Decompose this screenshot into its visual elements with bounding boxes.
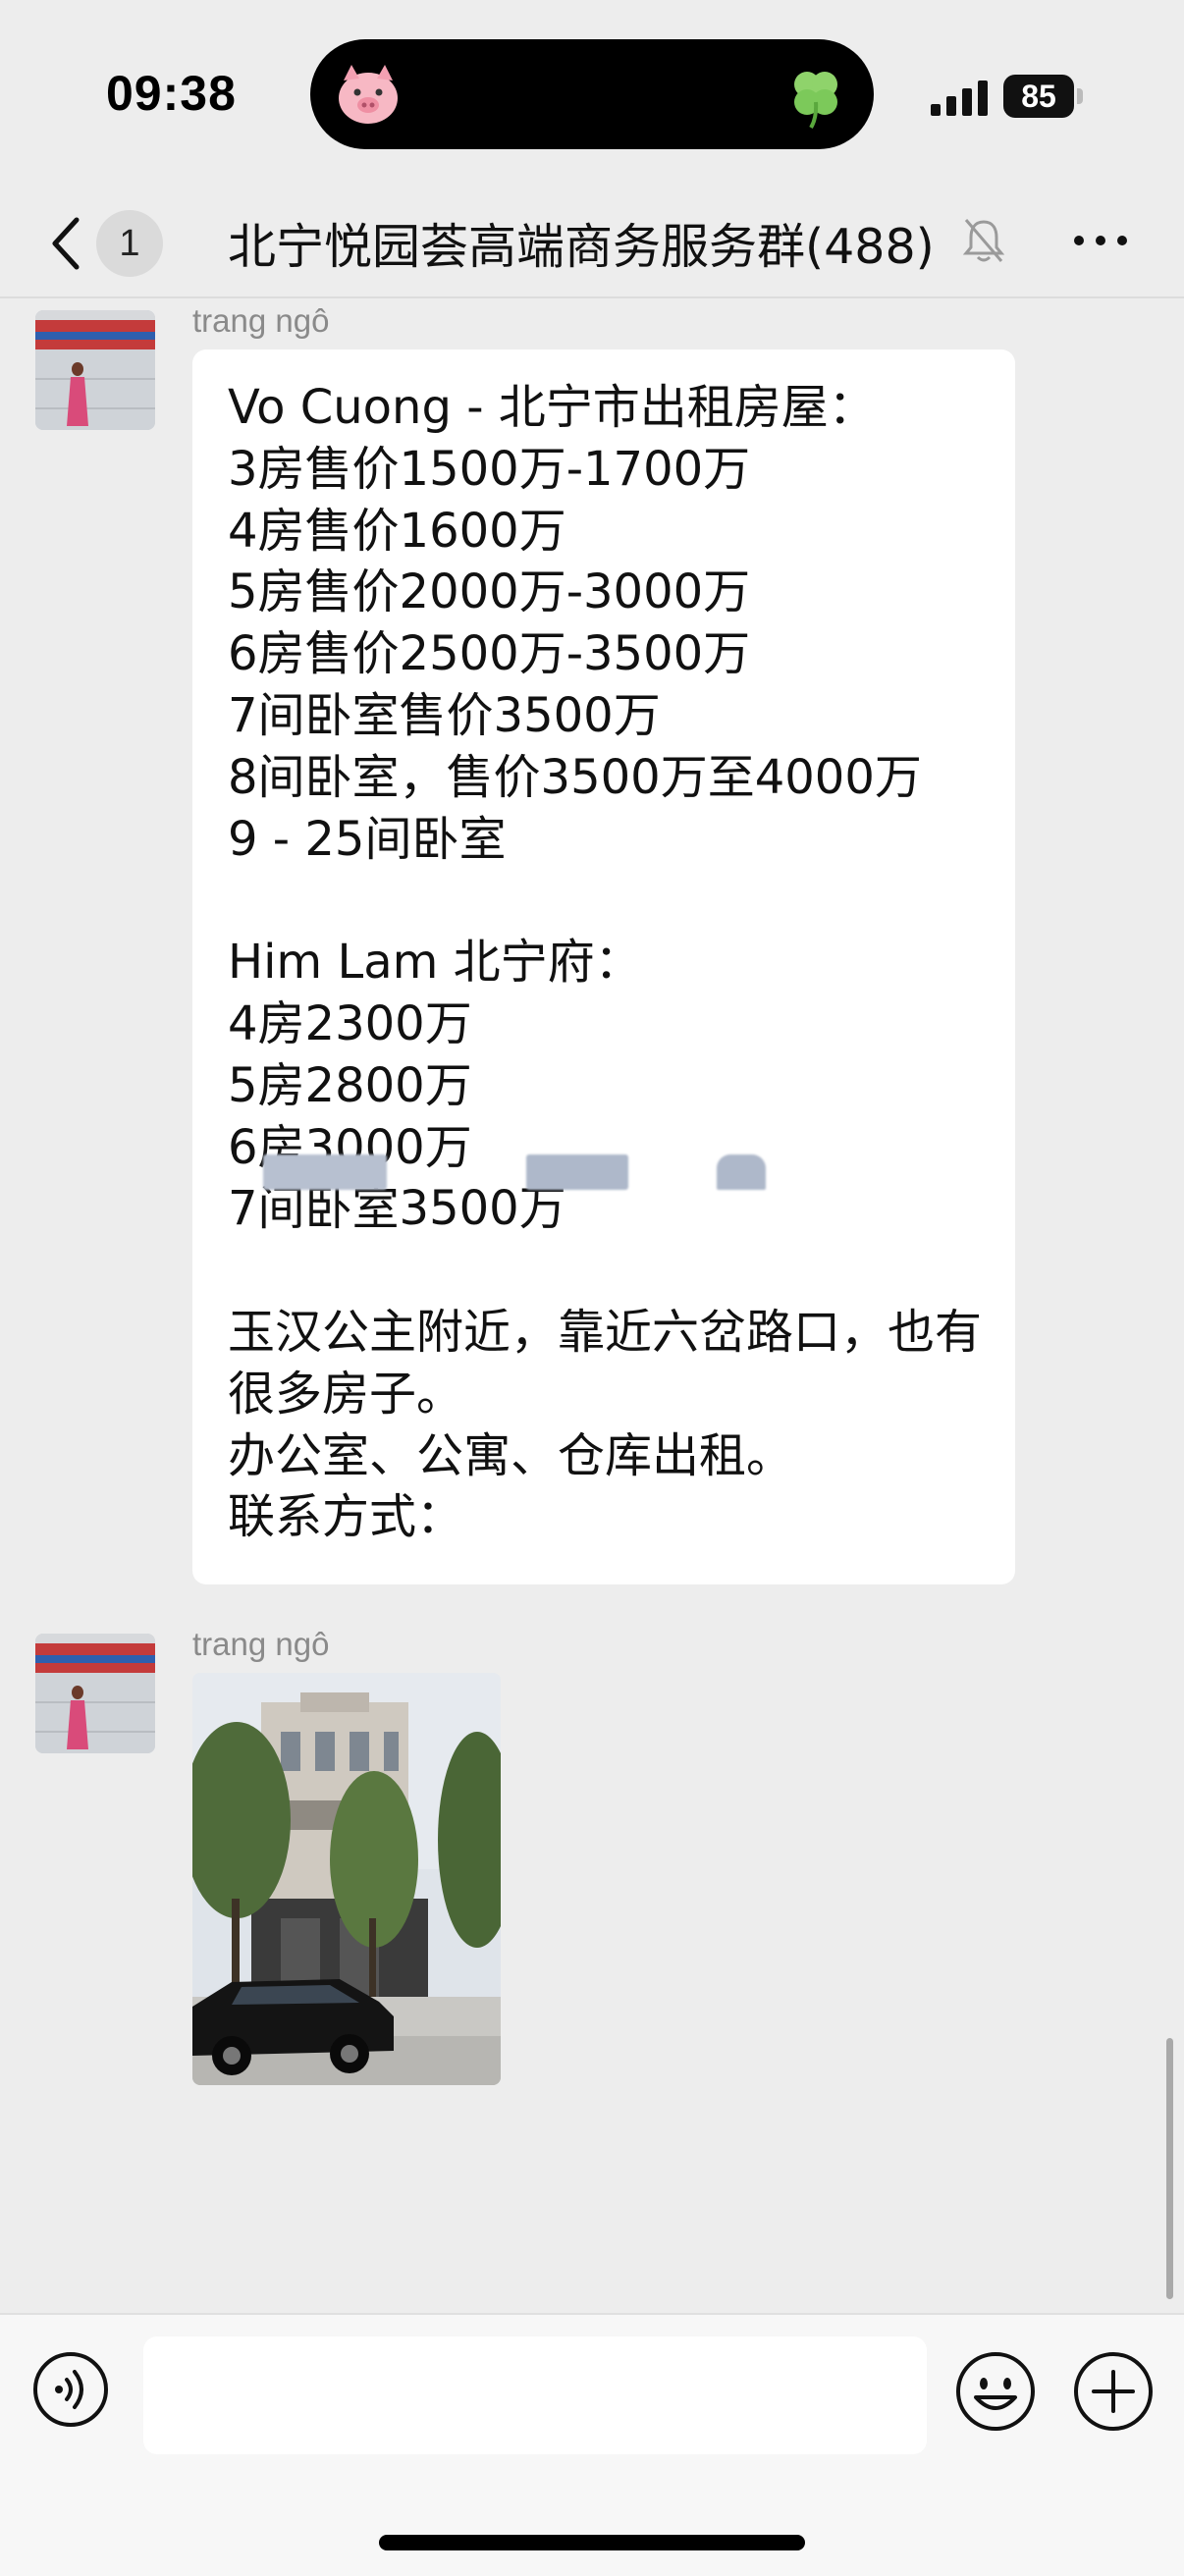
status-bar: 09:38 85 [0,0,1184,187]
message-input[interactable] [143,2336,927,2454]
redacted-contact [263,1154,387,1190]
sender-avatar[interactable] [35,1634,155,1753]
home-indicator[interactable] [379,2535,805,2550]
sender-name: trang ngô [192,1626,330,1662]
more-dots-icon[interactable] [1070,216,1131,265]
chevron-left-icon [52,217,80,270]
avatar-photo [35,1634,155,1753]
four-leaf-clover-icon [794,72,837,130]
battery-indicator: 85 [1003,75,1074,118]
chat-header: 1 北宁悦园荟高端商务服务群(488) [0,187,1184,298]
battery-cap [1077,88,1083,104]
message-text: Vo Cuong - 北宁市出租房屋： 3房售价1500万-1700万 4房售价… [228,380,983,1545]
building-photo [192,1673,501,2085]
muted-bell-icon [962,219,1005,262]
unread-count-badge: 1 [96,210,163,277]
plus-circle-icon[interactable] [1072,2350,1155,2433]
redacted-contact [526,1154,628,1190]
image-message[interactable] [192,1673,501,2085]
chat-scrollbar[interactable] [1166,2038,1173,2299]
redacted-contact [717,1154,766,1190]
emoji-smile-icon[interactable] [954,2350,1037,2433]
message-bubble[interactable]: Vo Cuong - 北宁市出租房屋： 3房售价1500万-1700万 4房售价… [192,349,1015,1584]
pig-face-icon [339,65,398,124]
chat-title: 北宁悦园荟高端商务服务群(488) [228,219,935,275]
sender-name: trang ngô [192,302,330,339]
sender-avatar[interactable] [35,310,155,430]
avatar-photo [35,310,155,430]
cellular-signal-icon [931,80,988,116]
back-button[interactable]: 1 [39,204,177,279]
status-time: 09:38 [106,66,237,121]
voice-wave-icon[interactable] [31,2350,110,2429]
